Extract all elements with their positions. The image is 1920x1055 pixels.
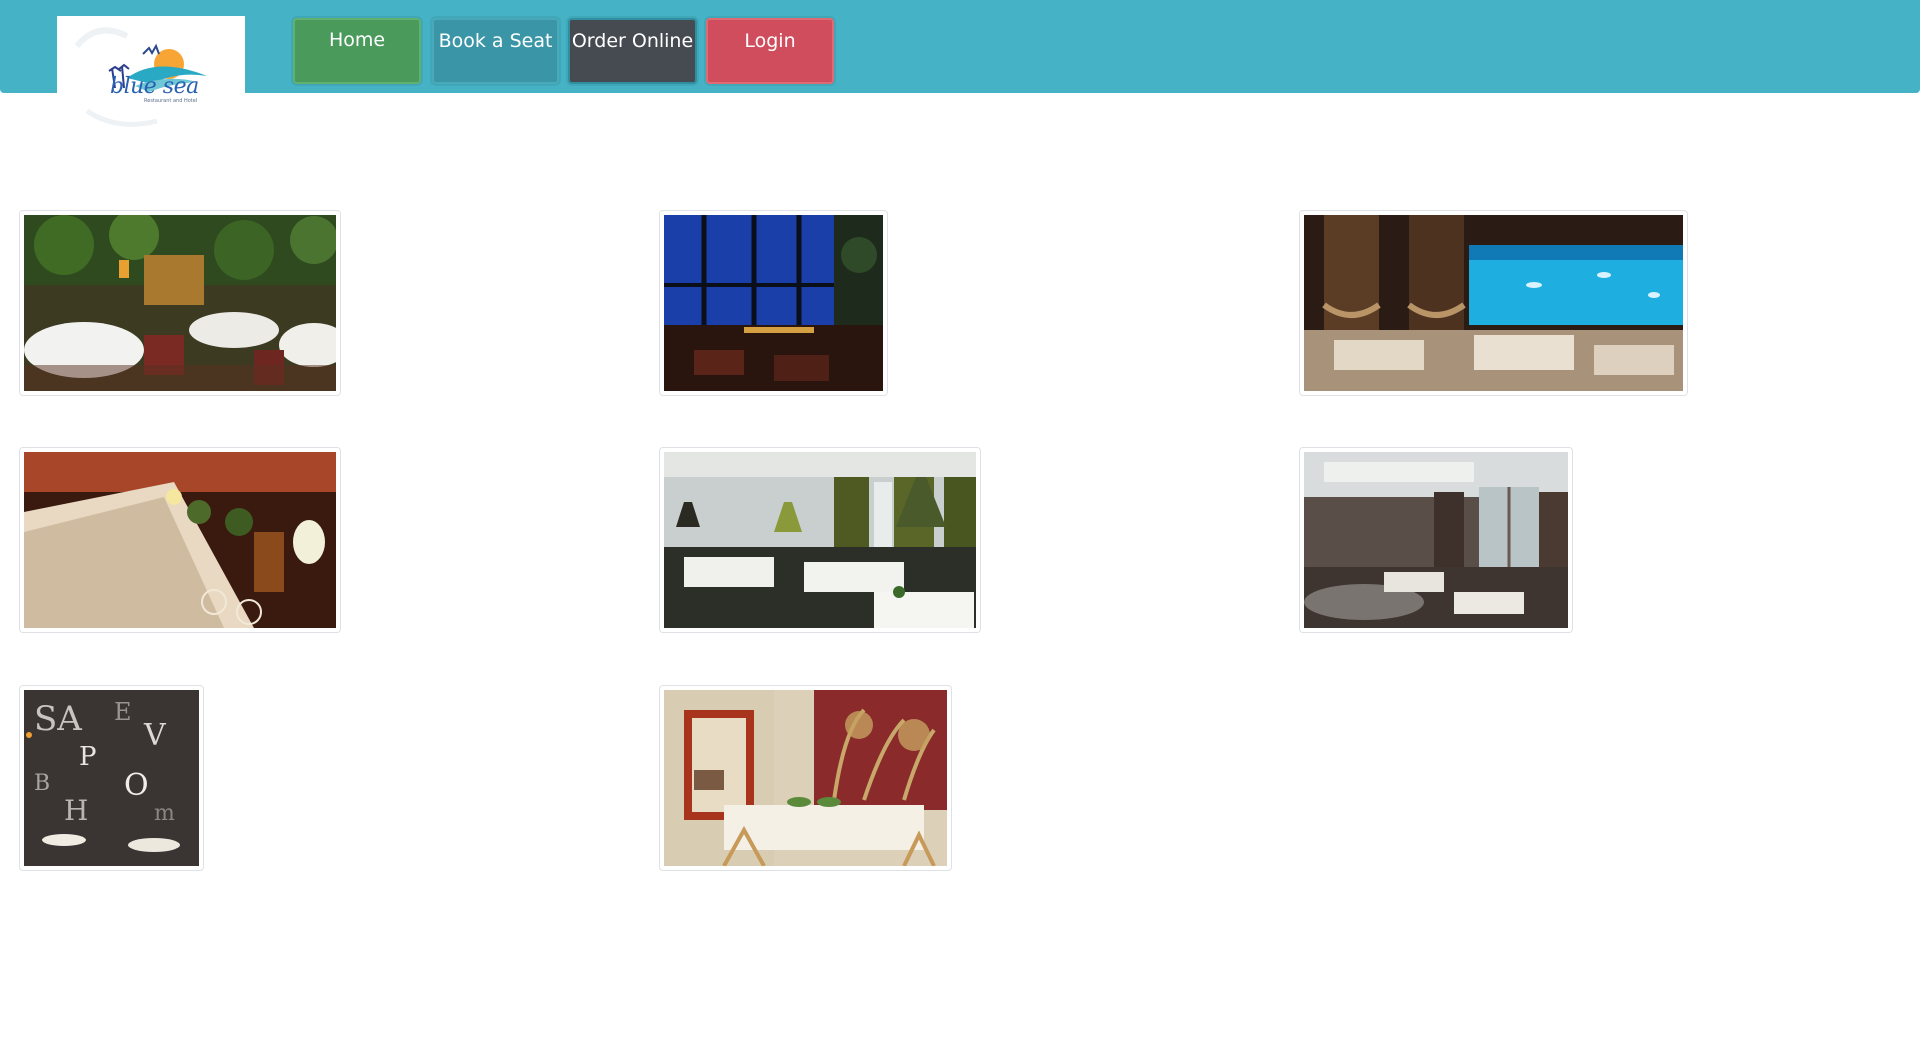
home-button[interactable]: Home [293,18,421,84]
brand-name: blue sea [110,74,199,99]
book-a-seat-button[interactable]: Book a Seat [432,18,559,84]
gallery-image-8[interactable] [659,685,952,871]
banquet-table-image [24,452,336,628]
brand-logo[interactable]: blue sea Restaurant and Hotel [57,16,245,134]
restaurant-atrium-image [1304,452,1568,628]
top-navbar: blue sea Restaurant and Hotel Home Book … [0,0,1920,134]
restaurant-aquarium-image [1304,215,1683,391]
dining-room-mural-image [664,690,947,866]
restaurant-green-curtains-image [664,452,976,628]
svg-text:E: E [114,698,132,726]
svg-text:SA: SA [34,699,82,739]
gallery-image-4[interactable] [19,447,341,633]
brand-tagline: Restaurant and Hotel [144,98,198,104]
gallery-image-7[interactable]: SA E V P B O H m [19,685,204,871]
svg-text:B: B [34,771,50,796]
order-online-button[interactable]: Order Online [568,18,697,84]
gallery-image-6[interactable] [1299,447,1573,633]
restaurant-courtyard-image [24,215,336,391]
svg-text:O: O [124,768,149,803]
login-button[interactable]: Login [706,18,834,84]
svg-text:V: V [143,718,167,753]
svg-text:P: P [79,742,97,772]
gallery-image-2[interactable] [659,210,888,396]
gallery-image-5[interactable] [659,447,981,633]
svg-text:m: m [154,801,175,826]
restaurant-night-view-image [664,215,883,391]
svg-text:H: H [64,794,88,827]
gallery-image-3[interactable] [1299,210,1688,396]
gallery-image-1[interactable] [19,210,341,396]
cafe-letter-wall-image: SA E V P B O H m [24,690,199,866]
